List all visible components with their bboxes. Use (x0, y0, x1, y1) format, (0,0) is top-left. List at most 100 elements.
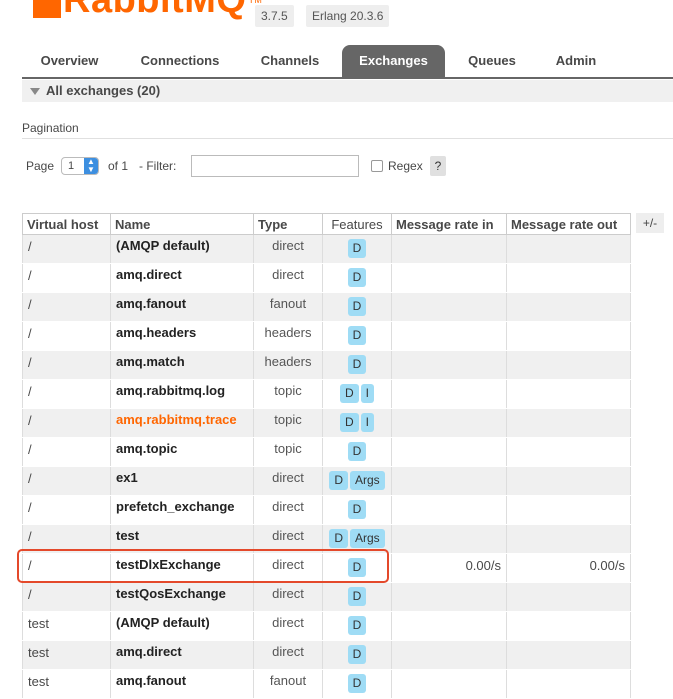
cell-features: D (322, 437, 392, 467)
pagination-controls: Page 1 ▲ ▼ of 1 - Filter: Regex ? (26, 155, 466, 177)
page-select[interactable]: 1 ▲ ▼ (61, 157, 99, 175)
feature-args-badge: Args (349, 529, 385, 548)
cell-rate-in (391, 524, 507, 554)
exchange-name-link[interactable]: amq.direct (110, 263, 254, 293)
exchange-name-link[interactable]: amq.topic (110, 437, 254, 467)
tab-overview[interactable]: Overview (22, 45, 117, 77)
feature-durable-badge: D (347, 558, 367, 577)
cell-rate-in (391, 263, 507, 293)
table-row: / (AMQP default) direct D (22, 234, 631, 264)
main-nav-tabs: Overview Connections Channels Exchanges … (22, 45, 673, 77)
col-header-name[interactable]: Name (110, 213, 254, 235)
col-header-message-rate-in[interactable]: Message rate in (391, 213, 507, 235)
exchange-name-link[interactable]: testQosExchange (110, 582, 254, 612)
rabbitmq-logo[interactable]: RabbitMQ TM (33, 0, 262, 21)
tab-admin[interactable]: Admin (537, 45, 615, 77)
tab-queues[interactable]: Queues (452, 45, 532, 77)
table-header-row: Virtual host Name Type Features Message … (22, 213, 631, 235)
table-row: / test direct D Args (22, 524, 631, 554)
exchange-name-link[interactable]: prefetch_exchange (110, 495, 254, 525)
cell-rate-out (506, 582, 631, 612)
table-row: / amq.headers headers D (22, 321, 631, 351)
help-button[interactable]: ? (430, 156, 446, 176)
cell-rate-out (506, 350, 631, 380)
columns-toggle-button[interactable]: +/- (636, 213, 664, 233)
cell-features: D (322, 292, 392, 322)
filter-label: - Filter: (139, 159, 177, 173)
col-header-message-rate-out[interactable]: Message rate out (506, 213, 631, 235)
exchange-name-link[interactable]: amq.direct (110, 640, 254, 670)
cell-rate-out (506, 263, 631, 293)
exchange-name-link[interactable]: (AMQP default) (110, 234, 254, 264)
exchange-name-link[interactable]: test (110, 524, 254, 554)
cell-rate-out (506, 292, 631, 322)
cell-type: topic (253, 437, 323, 467)
cell-virtual-host: / (22, 263, 111, 293)
cell-features: D Args (322, 466, 392, 496)
cell-rate-in (391, 350, 507, 380)
exchange-name-link[interactable]: ex1 (110, 466, 254, 496)
col-header-virtual-host[interactable]: Virtual host (22, 213, 111, 235)
feature-durable-badge: D (347, 239, 367, 258)
cell-virtual-host: / (22, 524, 111, 554)
table-row: / amq.match headers D (22, 350, 631, 380)
logo-text: RabbitMQ (63, 0, 247, 21)
cell-features: D (322, 669, 392, 699)
table-row: test amq.direct direct D (22, 640, 631, 670)
feature-durable-badge: D (347, 297, 367, 316)
cell-rate-in (391, 234, 507, 264)
cell-rate-out (506, 611, 631, 641)
exchange-name-link[interactable]: amq.rabbitmq.trace (110, 408, 254, 438)
all-exchanges-section-header[interactable]: All exchanges (20) (22, 80, 673, 102)
exchange-name-link[interactable]: amq.rabbitmq.log (110, 379, 254, 409)
table-row: / amq.fanout fanout D (22, 292, 631, 322)
cell-rate-in (391, 437, 507, 467)
select-arrows-icon: ▲ ▼ (84, 158, 98, 174)
cell-virtual-host: / (22, 379, 111, 409)
cell-features: DI (322, 379, 392, 409)
page-label: Page (26, 159, 55, 173)
tab-exchanges[interactable]: Exchanges (342, 45, 445, 77)
feature-durable-badge: D (347, 355, 367, 374)
cell-features: D (322, 495, 392, 525)
cell-rate-out (506, 495, 631, 525)
exchange-name-link[interactable]: testDlxExchange (110, 553, 254, 583)
cell-virtual-host: / (22, 408, 111, 438)
table-row: / amq.topic topic D (22, 437, 631, 467)
tab-channels[interactable]: Channels (244, 45, 336, 77)
pagination-divider (22, 138, 673, 139)
cell-features: D (322, 640, 392, 670)
cell-virtual-host: test (22, 640, 111, 670)
cell-rate-out (506, 379, 631, 409)
table-row: test amq.fanout fanout D (22, 669, 631, 699)
col-header-type[interactable]: Type (253, 213, 323, 235)
exchange-name-link[interactable]: amq.match (110, 350, 254, 380)
cell-rate-out (506, 669, 631, 699)
cell-virtual-host: / (22, 553, 111, 583)
cell-type: direct (253, 466, 323, 496)
feature-internal-badge: I (360, 413, 374, 432)
feature-durable-badge: D (339, 413, 359, 432)
cell-type: headers (253, 321, 323, 351)
cell-virtual-host: / (22, 234, 111, 264)
exchange-name-link[interactable]: amq.headers (110, 321, 254, 351)
table-row: / ex1 direct D Args (22, 466, 631, 496)
exchange-name-link[interactable]: (AMQP default) (110, 611, 254, 641)
filter-input[interactable] (191, 155, 359, 177)
cell-features: D (322, 321, 392, 351)
cell-type: direct (253, 582, 323, 612)
cell-rate-out (506, 321, 631, 351)
exchange-name-link[interactable]: amq.fanout (110, 669, 254, 699)
cell-rate-in (391, 321, 507, 351)
rabbit-logo-icon (33, 0, 61, 18)
exchange-name-link[interactable]: amq.fanout (110, 292, 254, 322)
feature-durable-badge: D (347, 587, 367, 606)
cell-virtual-host: / (22, 350, 111, 380)
feature-durable-badge: D (347, 645, 367, 664)
regex-checkbox[interactable] (371, 160, 383, 172)
cell-features: DI (322, 408, 392, 438)
tab-connections[interactable]: Connections (122, 45, 238, 77)
cell-type: direct (253, 524, 323, 554)
cell-type: direct (253, 263, 323, 293)
cell-rate-in (391, 669, 507, 699)
